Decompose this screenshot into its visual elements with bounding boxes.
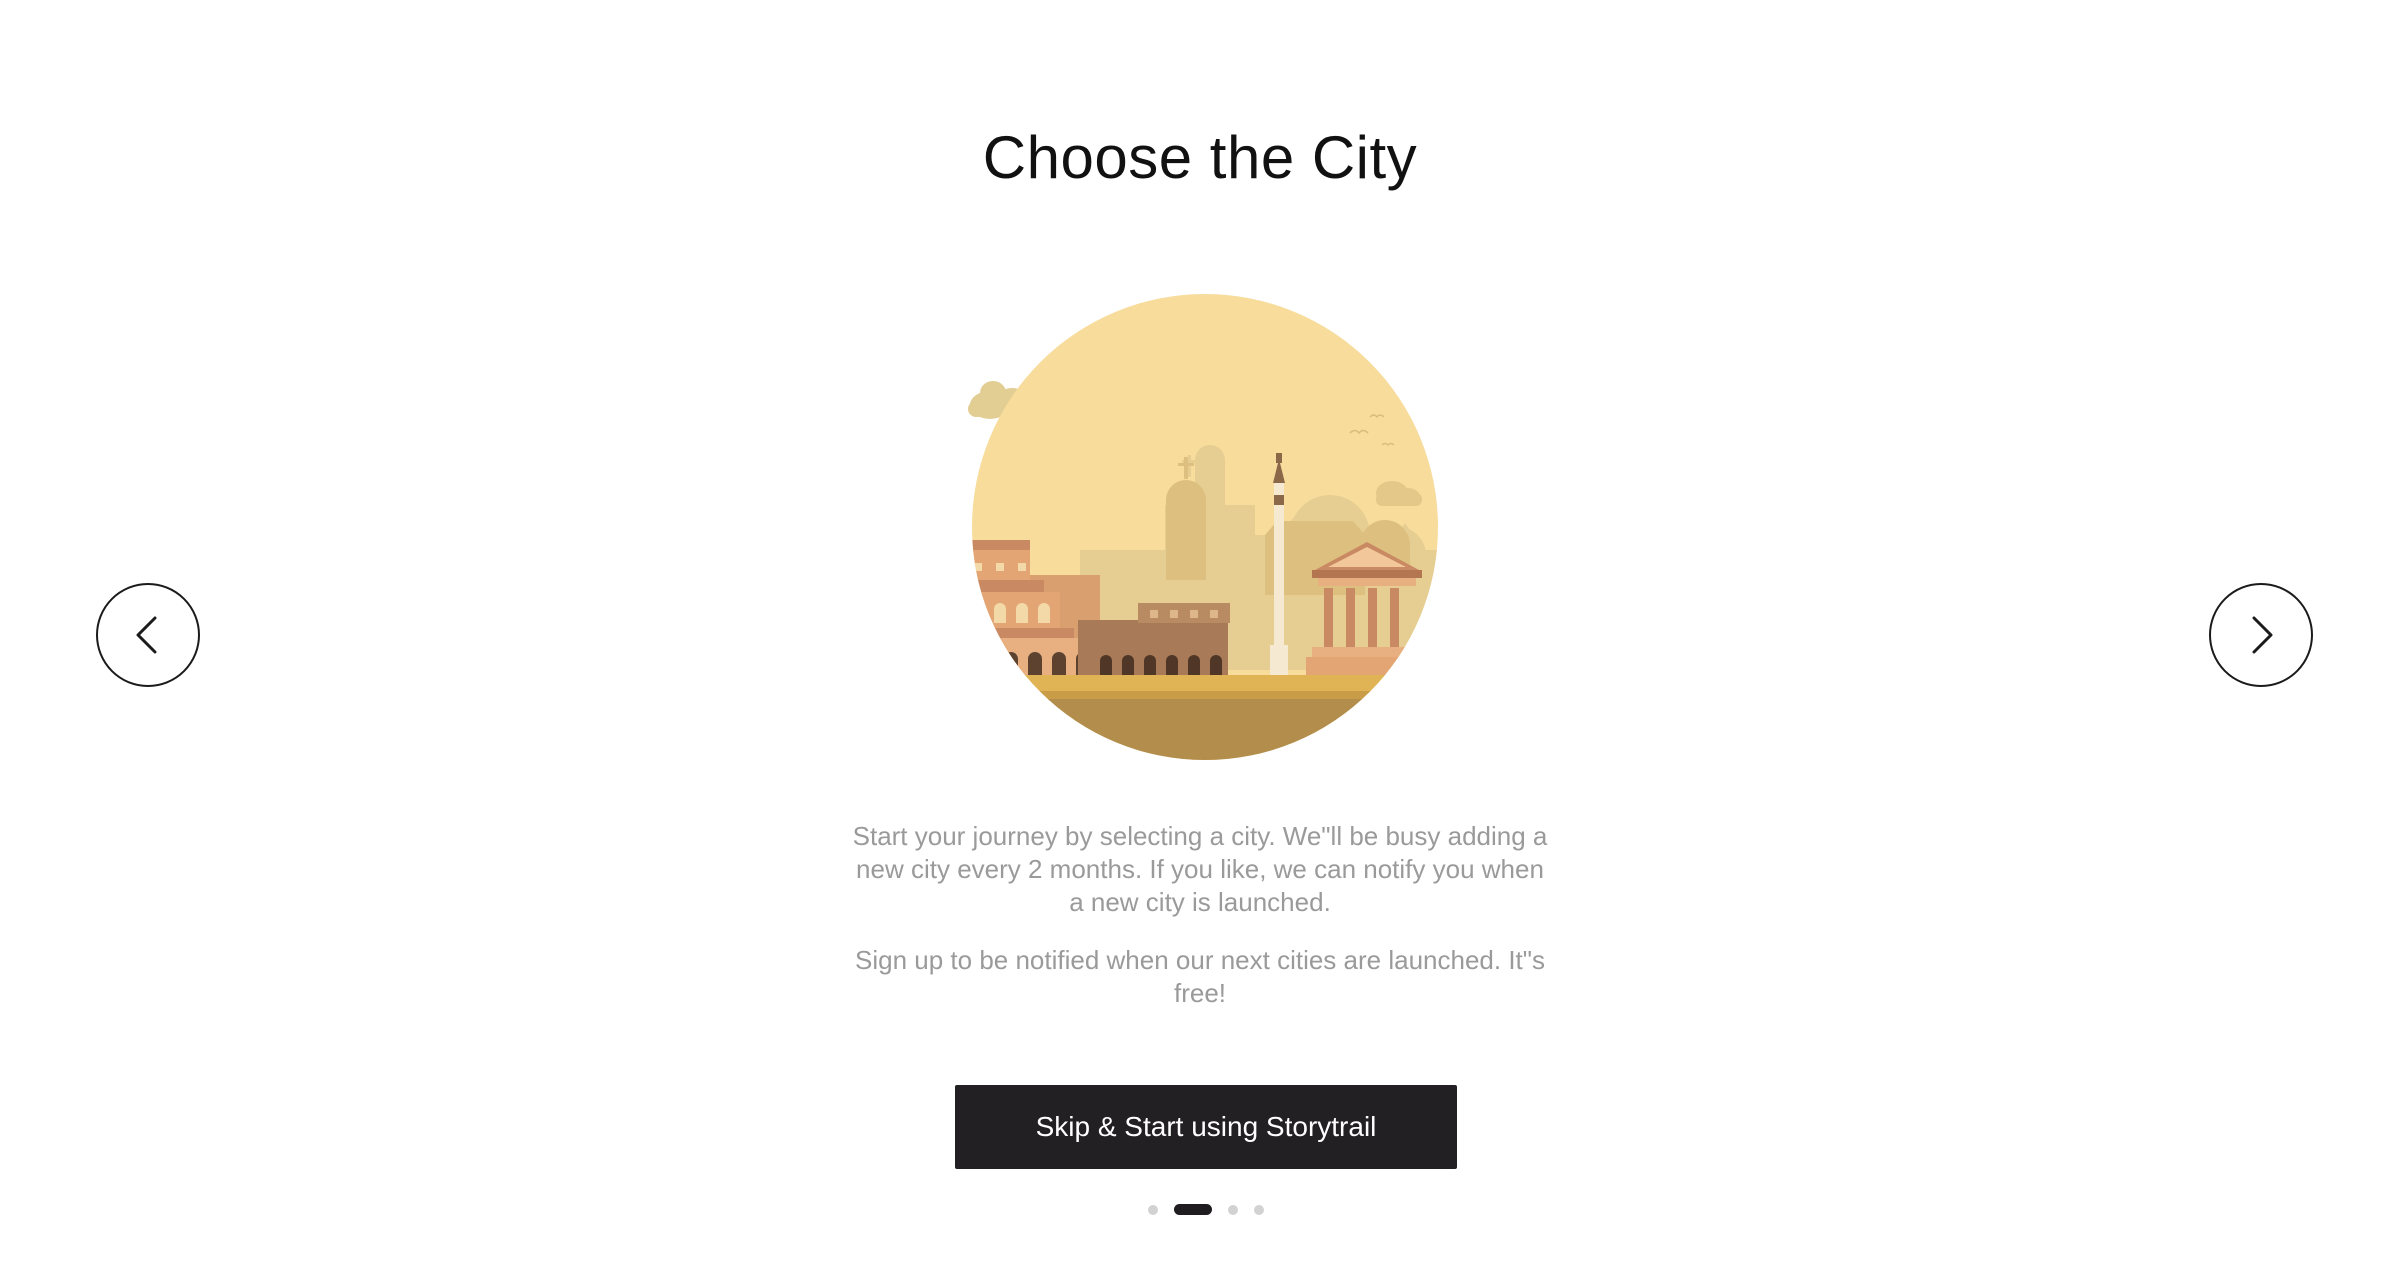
pagination-dot[interactable] bbox=[1254, 1205, 1264, 1215]
skip-start-button[interactable]: Skip & Start using Storytrail bbox=[955, 1085, 1457, 1169]
chevron-left-icon bbox=[136, 616, 157, 654]
pagination-dot[interactable] bbox=[1228, 1205, 1238, 1215]
next-slide-button[interactable] bbox=[2209, 583, 2313, 687]
pagination-dot-active[interactable] bbox=[1174, 1204, 1212, 1215]
chevron-right-icon bbox=[2252, 616, 2273, 654]
pagination-dots bbox=[1140, 1203, 1270, 1215]
onboarding-screen: Choose the City Start your journey by se… bbox=[0, 0, 2400, 1271]
pagination-dot[interactable] bbox=[1148, 1205, 1158, 1215]
city-skyline-icon bbox=[968, 294, 1438, 760]
previous-slide-button[interactable] bbox=[96, 583, 200, 687]
page-title: Choose the City bbox=[982, 124, 1418, 191]
description-paragraph: Start your journey by selecting a city. … bbox=[852, 821, 1548, 917]
signup-notice-paragraph: Sign up to be notified when our next cit… bbox=[855, 945, 1545, 1008]
